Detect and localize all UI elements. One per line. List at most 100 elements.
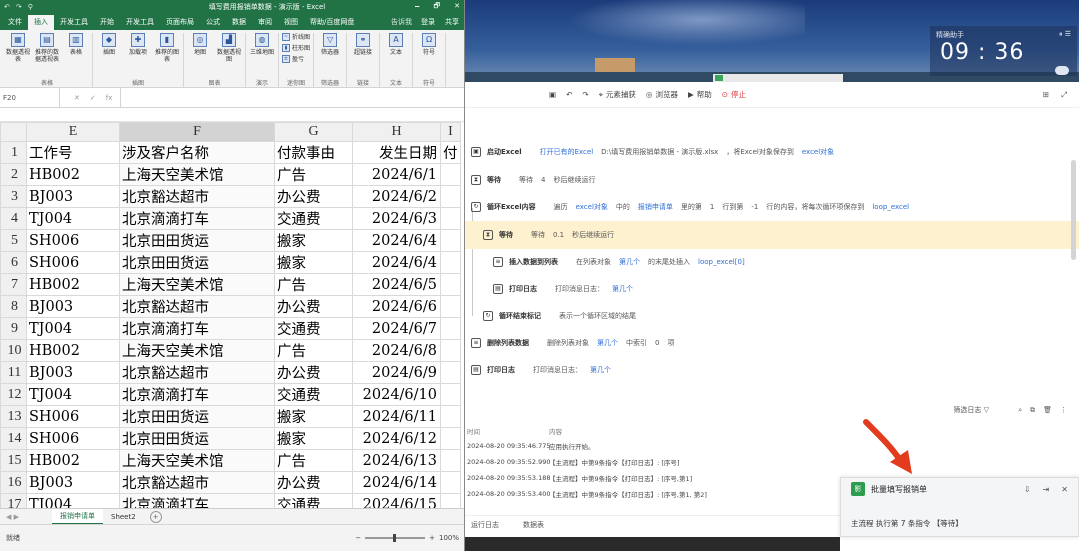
tab-data[interactable]: 数据 <box>226 15 252 30</box>
formula-input[interactable] <box>120 88 464 107</box>
row-header[interactable]: 6 <box>0 251 27 275</box>
tab-help[interactable]: 帮助/百度网盘 <box>304 15 360 30</box>
cell-i[interactable] <box>440 295 461 319</box>
cell-g[interactable]: 办公费 <box>274 295 353 319</box>
copy-icon[interactable]: ⧉ <box>1030 406 1035 415</box>
cell-i[interactable] <box>440 361 461 385</box>
tab-review[interactable]: 审阅 <box>252 15 278 30</box>
column-header-e[interactable]: E <box>26 121 120 143</box>
cancel-icon[interactable]: ✕ <box>74 94 80 102</box>
flow-step[interactable]: ↻ 循环Excel内容 遍历 excel对象 中的 报销申请单 里的第 1 行到第 -1 行的内容，… <box>465 193 1079 221</box>
add-sheet-icon[interactable]: + <box>149 510 162 523</box>
cell-h[interactable]: 2024/6/10 <box>352 383 441 407</box>
minimize-icon[interactable]: 🗕 <box>415 2 420 13</box>
cell-g[interactable]: 搬家 <box>274 251 353 275</box>
grid-icon[interactable]: ⊞ <box>1043 90 1049 100</box>
tab-page-layout[interactable]: 页面布局 <box>160 15 200 30</box>
pin-icon[interactable]: ⇩ <box>1024 485 1031 494</box>
close-icon[interactable]: ✕ <box>1061 485 1068 494</box>
cell-g[interactable]: 广告 <box>274 449 353 473</box>
cell-e[interactable]: SH006 <box>26 251 120 275</box>
row-header[interactable]: 14 <box>0 427 27 451</box>
cell-g[interactable]: 搬家 <box>274 405 353 429</box>
cell-e[interactable]: HB002 <box>26 449 120 473</box>
sheet-tab-reimbursement[interactable]: 报销申请单 <box>52 508 103 525</box>
cell-f[interactable]: 北京田田货运 <box>119 427 275 451</box>
row-header[interactable]: 13 <box>0 405 27 429</box>
tab-run-log[interactable]: 运行日志 <box>471 520 499 530</box>
close-icon[interactable]: ✕ <box>454 2 460 13</box>
cell-h[interactable]: 2024/6/6 <box>352 295 441 319</box>
row-header[interactable]: 2 <box>0 163 27 187</box>
cell-i[interactable] <box>440 207 461 231</box>
table-button[interactable]: ▥ 表格 <box>63 33 89 78</box>
step-param-link[interactable]: loop_excel[0] <box>698 258 745 266</box>
cell-f[interactable]: 上海天空美术馆 <box>119 163 275 187</box>
more-icon[interactable]: ⋮ <box>1060 406 1067 415</box>
sparkline-winloss-button[interactable]: ± 盈亏 <box>282 55 310 63</box>
cell-f[interactable]: 北京豁达超市 <box>119 185 275 209</box>
cell-h[interactable]: 2024/6/9 <box>352 361 441 385</box>
illustrations-button[interactable]: ◆ 插图 <box>96 33 122 78</box>
stop-button[interactable]: ⊙ 停止 <box>722 89 746 100</box>
step-param-link[interactable]: 第几个 <box>590 365 611 375</box>
flow-step[interactable]: ▤ 打印日志 打印消息日志： 第几个 <box>465 275 1079 303</box>
cell-i[interactable] <box>440 471 461 495</box>
cell-h[interactable]: 2024/6/8 <box>352 339 441 363</box>
flow-step[interactable]: ▤ 打印日志 打印消息日志： 第几个 <box>465 356 1079 384</box>
cell-f[interactable]: 上海天空美术馆 <box>119 273 275 297</box>
cell-g[interactable]: 交通费 <box>274 383 353 407</box>
save-icon[interactable]: ▣ <box>549 90 556 99</box>
cell-h[interactable]: 2024/6/12 <box>352 427 441 451</box>
zoom-slider[interactable] <box>365 534 426 542</box>
pivot-chart-button[interactable]: ▟ 数据透视图 <box>216 33 242 78</box>
tab-developer[interactable]: 开发工具 <box>54 15 94 30</box>
hyperlink-button[interactable]: ⚭ 超链接 <box>350 33 376 78</box>
cell-h[interactable]: 2024/6/14 <box>352 471 441 495</box>
cell-e[interactable]: SH006 <box>26 427 120 451</box>
tab-home[interactable]: 开始 <box>94 15 120 30</box>
flow-step[interactable]: ⧗ 等待 等待 0.1 秒后继续运行 <box>465 221 1079 249</box>
log-filter[interactable]: 筛选日志 ▽ <box>953 405 989 415</box>
cell-h[interactable]: 2024/6/7 <box>352 317 441 341</box>
row-header[interactable]: 12 <box>0 383 27 407</box>
column-header-g[interactable]: G <box>274 121 353 143</box>
login-link[interactable]: 登录 <box>416 14 440 30</box>
tab-formulas[interactable]: 公式 <box>200 15 226 30</box>
help-button[interactable]: ▶ 帮助 <box>688 89 712 100</box>
cell-g[interactable]: 广告 <box>274 273 353 297</box>
cell-e[interactable]: HB002 <box>26 163 120 187</box>
column-header-i[interactable]: I <box>440 121 461 143</box>
cell-i[interactable]: 付 <box>440 141 461 165</box>
zoom-out-icon[interactable]: − <box>355 534 361 542</box>
cell-f[interactable]: 北京田田货运 <box>119 229 275 253</box>
insert-function-icon[interactable]: fx <box>106 94 113 102</box>
row-header[interactable]: 10 <box>0 339 27 363</box>
tell-me-search[interactable]: 告诉我 <box>387 14 416 30</box>
filters-button[interactable]: ▽ 筛选器 <box>317 33 343 78</box>
cell-h[interactable]: 2024/6/4 <box>352 251 441 275</box>
cell-i[interactable] <box>440 229 461 253</box>
flow-scrollbar[interactable] <box>1071 160 1076 260</box>
row-header[interactable]: 8 <box>0 295 27 319</box>
sparkline-line-button[interactable]: ~ 折线图 <box>282 33 310 41</box>
cell-i[interactable] <box>440 251 461 275</box>
column-header-h[interactable]: H <box>352 121 441 143</box>
cell-f[interactable]: 上海天空美术馆 <box>119 339 275 363</box>
cell-e[interactable]: HB002 <box>26 339 120 363</box>
cell-e[interactable]: BJ003 <box>26 295 120 319</box>
delete-icon[interactable]: 🗑 <box>1043 406 1052 415</box>
addins-button[interactable]: ✚ 加载项 <box>125 33 151 78</box>
cell-f[interactable]: 北京豁达超市 <box>119 295 275 319</box>
element-capture-button[interactable]: ⌖ 元素捕获 <box>599 89 636 100</box>
cell-i[interactable] <box>440 427 461 451</box>
cell-i[interactable] <box>440 185 461 209</box>
cell-h[interactable]: 2024/6/5 <box>352 273 441 297</box>
recommended-pivot-button[interactable]: ▤ 推荐的数据透视表 <box>34 33 60 78</box>
cell-e[interactable]: BJ003 <box>26 471 120 495</box>
name-box[interactable]: F20 <box>0 88 60 107</box>
cell-h[interactable]: 发生日期 <box>352 141 441 165</box>
step-param-link[interactable]: 第几个 <box>597 338 618 348</box>
row-header[interactable]: 9 <box>0 317 27 341</box>
cell-f[interactable]: 北京豁达超市 <box>119 361 275 385</box>
